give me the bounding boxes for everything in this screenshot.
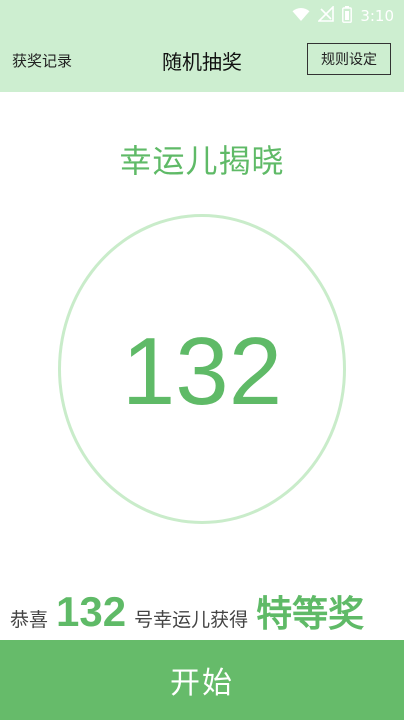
app-header: 获奖记录 随机抽奖 规则设定: [0, 34, 404, 92]
result-prize: 特等奖: [256, 594, 365, 635]
current-number: 132: [121, 318, 283, 425]
result-middle: 号幸运儿获得: [134, 609, 249, 631]
result-number: 132: [56, 588, 127, 635]
result-prefix: 恭喜: [10, 609, 49, 631]
start-button[interactable]: 开始: [0, 640, 404, 720]
result-announcement: 恭喜 132 号幸运儿获得 特等奖: [10, 585, 404, 637]
signal-off-icon: [317, 5, 335, 26]
battery-icon: [342, 5, 353, 27]
reveal-title: 幸运儿揭晓: [119, 142, 285, 180]
wifi-icon: [292, 7, 310, 26]
status-bar: 3:10: [0, 0, 404, 34]
status-time: 3:10: [360, 7, 394, 25]
status-icons: 3:10: [292, 5, 394, 27]
rules-settings-button[interactable]: 规则设定: [307, 43, 391, 75]
